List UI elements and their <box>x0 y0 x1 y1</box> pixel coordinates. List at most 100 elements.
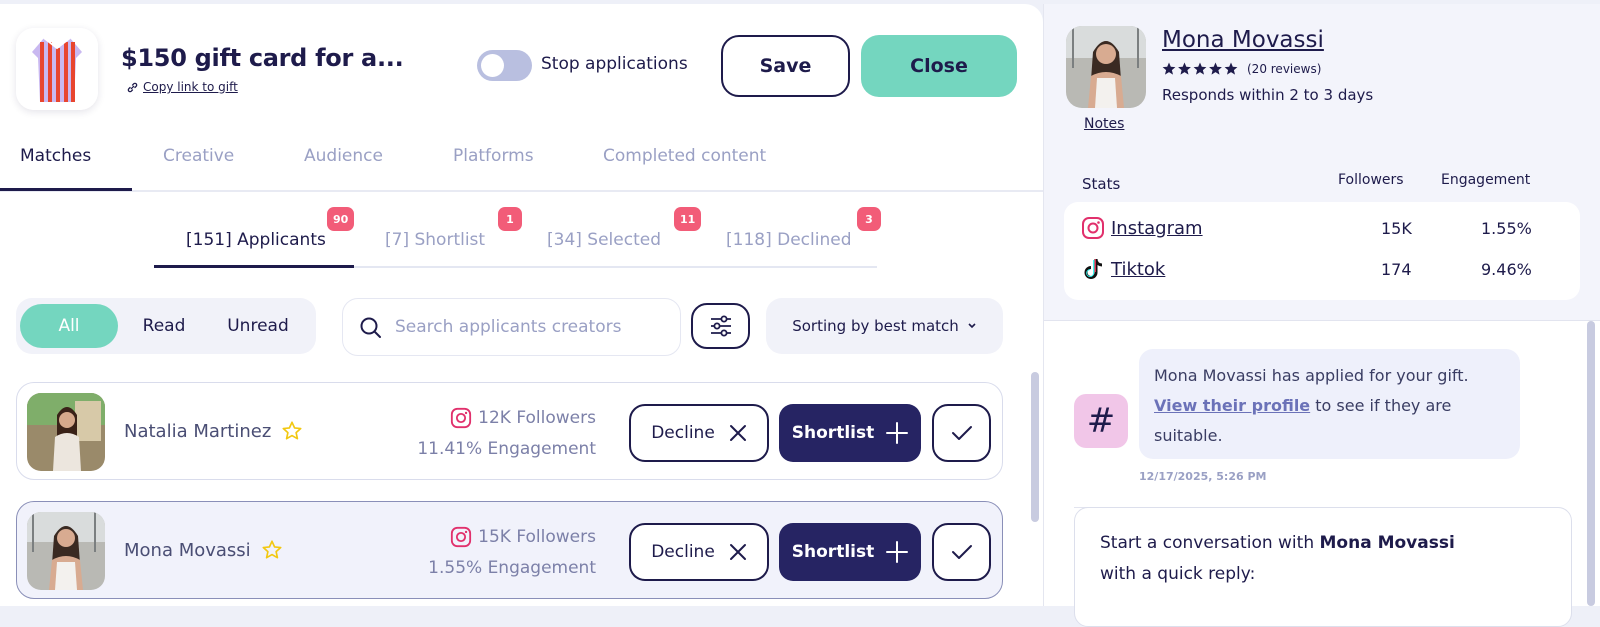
shortlist-button[interactable]: Shortlist <box>779 404 921 462</box>
shortlist-label: Shortlist <box>791 423 875 443</box>
subtab-applicants[interactable]: [151] Applicants <box>186 230 326 250</box>
filter-read[interactable]: Read <box>128 304 200 348</box>
creator-name-link[interactable]: Mona Movassi <box>1162 27 1324 53</box>
read-filter-segment: All Read Unread <box>16 298 316 354</box>
decline-label: Decline <box>651 542 715 562</box>
subtab-shortlist[interactable]: [7] Shortlist <box>385 230 485 250</box>
followers-column-header: Followers <box>1338 172 1404 188</box>
copy-link[interactable]: Copy link to gift <box>126 80 238 94</box>
subtab-declined[interactable]: [118] Declined <box>726 230 851 250</box>
check-icon <box>951 545 972 559</box>
decline-label: Decline <box>651 423 715 443</box>
declined-count-badge: 3 <box>857 207 881 231</box>
chat-scrollbar[interactable] <box>1587 321 1595 606</box>
star-rating-icon <box>1162 62 1238 75</box>
applicant-name-text: Natalia Martinez <box>124 420 272 442</box>
active-tab-indicator <box>0 188 132 191</box>
stats-card: Instagram 15K 1.55% Tiktok 174 9.46% <box>1064 202 1580 300</box>
stats-title: Stats <box>1082 175 1121 193</box>
plus-icon <box>886 541 909 563</box>
instagram-icon <box>1082 217 1104 239</box>
instagram-icon <box>451 407 472 429</box>
campaign-panel: $150 gift card for a... Copy link to gif… <box>0 4 1043 606</box>
follower-count: 12K Followers <box>450 407 596 429</box>
select-button[interactable] <box>932 404 991 462</box>
tab-platforms[interactable]: Platforms <box>453 146 534 166</box>
avatar <box>27 512 105 590</box>
rating-stars: (20 reviews) <box>1162 62 1321 76</box>
followers-text: 12K Followers <box>478 408 596 428</box>
platform-name: Instagram <box>1111 217 1203 239</box>
advanced-filter-button[interactable] <box>691 303 750 349</box>
avatar <box>1066 26 1146 108</box>
applicant-name: Natalia Martinez <box>124 420 303 442</box>
main-tabs: Matches Creative Audience Platforms Comp… <box>0 124 1043 192</box>
selected-count-badge: 11 <box>674 207 702 231</box>
applicant-row[interactable]: Natalia Martinez 12K Followers 11.41% En… <box>16 382 1003 480</box>
tab-audience[interactable]: Audience <box>304 146 383 166</box>
filter-all[interactable]: All <box>20 304 118 348</box>
star-outline-icon[interactable] <box>281 420 303 442</box>
creator-profile-panel: Mona Movassi (20 reviews) Responds withi… <box>1043 4 1600 627</box>
engagement-rate: 11.41% Engagement <box>417 439 596 459</box>
search-placeholder: Search applicants creators <box>395 317 622 337</box>
chevron-down-icon <box>968 323 976 329</box>
copy-link-label: Copy link to gift <box>143 80 238 94</box>
sliders-icon <box>710 315 731 337</box>
decline-button[interactable]: Decline <box>629 523 769 581</box>
quick-reply-prefix: Start a conversation with <box>1100 533 1315 553</box>
search-icon <box>360 317 381 338</box>
review-count[interactable]: (20 reviews) <box>1247 62 1321 76</box>
applicant-row[interactable]: Mona Movassi 15K Followers 1.55% Engagem… <box>16 501 1003 599</box>
message-text: Mona Movassi has applied for your gift. <box>1154 366 1469 385</box>
link-icon <box>127 82 138 92</box>
stat-row-tiktok: Tiktok 174 9.46% <box>1081 254 1571 284</box>
robe-image <box>16 28 98 110</box>
gift-thumbnail <box>16 28 98 110</box>
subtab-selected[interactable]: [34] Selected <box>547 230 661 250</box>
avatar <box>27 393 105 471</box>
shortlist-count-badge: 1 <box>498 207 522 231</box>
system-message: Mona Movassi has applied for your gift. … <box>1139 349 1520 459</box>
quick-reply-card: Start a conversation with Mona Movassi w… <box>1074 507 1572 627</box>
instagram-link[interactable]: Instagram <box>1081 216 1203 240</box>
applicants-scrollbar[interactable] <box>1031 372 1039 522</box>
notes-link[interactable]: Notes <box>1084 116 1124 132</box>
select-button[interactable] <box>932 523 991 581</box>
tiktok-link[interactable]: Tiktok <box>1081 257 1165 281</box>
view-profile-link[interactable]: View their profile <box>1154 396 1310 415</box>
chat-area: # Mona Movassi has applied for your gift… <box>1044 321 1600 627</box>
platform-followers: 15K <box>1381 219 1412 238</box>
plus-icon <box>886 422 909 444</box>
check-icon <box>951 426 972 440</box>
engagement-rate: 1.55% Engagement <box>428 558 596 578</box>
filter-unread[interactable]: Unread <box>214 304 302 348</box>
search-input[interactable]: Search applicants creators <box>342 298 681 356</box>
tab-matches[interactable]: Matches <box>20 146 91 166</box>
message-timestamp: 12/17/2025, 5:26 PM <box>1139 470 1267 483</box>
toggle-knob <box>481 54 504 77</box>
tiktok-icon <box>1084 259 1102 279</box>
shortlist-label: Shortlist <box>791 542 875 562</box>
close-icon <box>729 544 746 560</box>
stat-row-instagram: Instagram 15K 1.55% <box>1081 213 1571 243</box>
save-button[interactable]: Save <box>721 35 850 97</box>
shortlist-button[interactable]: Shortlist <box>779 523 921 581</box>
quick-reply-name: Mona Movassi <box>1319 533 1455 553</box>
follower-count: 15K Followers <box>450 526 596 548</box>
star-outline-icon[interactable] <box>261 539 283 561</box>
close-icon <box>729 425 746 441</box>
tab-creative[interactable]: Creative <box>163 146 234 166</box>
stop-applications-toggle[interactable] <box>477 50 532 81</box>
toggle-label: Stop applications <box>541 54 688 74</box>
close-button[interactable]: Close <box>861 35 1017 97</box>
response-time: Responds within 2 to 3 days <box>1162 86 1374 104</box>
decline-button[interactable]: Decline <box>629 404 769 462</box>
platform-name: Tiktok <box>1111 258 1166 280</box>
sort-dropdown[interactable]: Sorting by best match <box>766 298 1003 354</box>
engagement-column-header: Engagement <box>1441 172 1531 188</box>
tab-completed-content[interactable]: Completed content <box>603 146 766 166</box>
platform-followers: 174 <box>1381 260 1412 279</box>
applicants-count-badge: 90 <box>327 207 355 231</box>
instagram-icon <box>451 526 472 548</box>
